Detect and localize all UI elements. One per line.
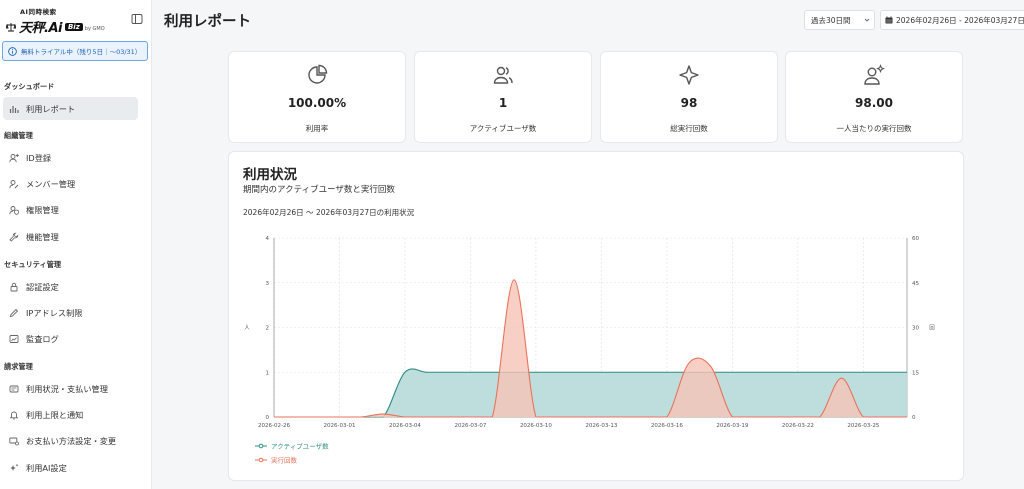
x-tick: 2026-03-04	[389, 423, 421, 429]
x-tick: 2026-03-01	[323, 423, 355, 429]
usage-chart: 0 0 1 15 2 30 3 45 4 60 2026-02-26 2026-03-01 2026-0…	[244, 236, 935, 464]
brand-name: 天秤.Ai	[19, 21, 62, 36]
y-tick-right: 0	[912, 415, 916, 421]
section-security: セキュリティ管理	[4, 260, 62, 269]
lock-icon	[10, 282, 18, 291]
stat-card-total-runs: 98 総実行回数	[600, 51, 778, 143]
sidebar: AI同時検索 天秤.Ai Biz by GMO 無料トライアル中（残り5日｜〜0…	[0, 0, 152, 489]
bell-icon	[9, 411, 19, 419]
sidebar-item-usage-payment[interactable]: 利用状況・支払い管理	[3, 377, 138, 400]
page-title: 利用レポート	[164, 14, 251, 30]
brand-logo[interactable]: AI同時検索 天秤.Ai Biz by GMO	[6, 6, 126, 36]
sidebar-item-ip-restriction[interactable]: IPアドレス制限	[3, 301, 138, 324]
usage-panel: 利用状況 期間内のアクティブユーザ数と実行回数 2026年02月26日 〜 20…	[228, 151, 964, 481]
sidebar-item-ai-settings[interactable]: 利用AI設定	[3, 456, 138, 479]
sidebar-item-usage-limit[interactable]: 利用上限と通知	[3, 403, 138, 426]
stat-card-usage-rate: 100.00% 利用率	[228, 51, 406, 143]
card-settings-icon	[9, 437, 19, 445]
stat-card-active-users: 1 アクティブユーザ数	[414, 51, 592, 143]
user-plus-icon	[9, 153, 19, 162]
y-tick-left: 3	[266, 281, 270, 287]
stat-value: 1	[498, 96, 508, 110]
x-tick: 2026-03-10	[520, 423, 552, 429]
sparkle-icon	[10, 463, 19, 471]
users-icon	[493, 66, 513, 84]
y-tick-right: 45	[912, 281, 919, 287]
x-tick: 2026-03-19	[716, 423, 748, 429]
stat-label: 総実行回数	[670, 124, 708, 133]
wrench-icon	[9, 232, 19, 242]
legend-label: アクティブユーザ数	[271, 441, 329, 450]
x-tick: 2026-03-16	[651, 423, 683, 429]
stat-label: 利用率	[305, 124, 329, 133]
section-billing: 請求管理	[4, 362, 33, 371]
stat-value: 98	[680, 96, 698, 110]
stat-label: アクティブユーザ数	[469, 124, 537, 133]
series-area-0	[274, 368, 907, 417]
x-tick: 2026-03-22	[782, 423, 814, 429]
y-tick-right: 60	[912, 236, 919, 242]
y-tick-left: 2	[266, 326, 270, 332]
info-icon	[8, 46, 17, 56]
sidebar-item-feature-management[interactable]: 機能管理	[3, 225, 138, 248]
scale-icon	[6, 22, 16, 31]
sidebar-item-usage-report[interactable]: 利用レポート	[3, 97, 138, 120]
brand-badge: Biz	[64, 22, 83, 31]
brand-by: by GMO	[84, 25, 105, 32]
date-range-picker[interactable]: 2026年02月26日 - 2026年03月27日	[880, 10, 1024, 30]
bar-chart-icon	[9, 105, 19, 113]
y-tick-left: 4	[266, 236, 270, 242]
pencil-icon	[9, 308, 19, 317]
user-shield-icon	[9, 205, 19, 215]
sidebar-item-id-register[interactable]: ID登録	[3, 146, 138, 169]
y-label-right: 回	[929, 325, 935, 332]
date-range-value: 2026年02月26日 - 2026年03月27日	[896, 15, 1024, 25]
y-tick-right: 30	[912, 326, 919, 332]
y-tick-left: 1	[266, 370, 270, 376]
chevron-down-icon	[864, 18, 870, 22]
legend-swatch-dot	[258, 457, 264, 463]
pie-chart-icon	[308, 64, 328, 84]
x-tick: 2026-03-25	[847, 423, 879, 429]
legend-label: 実行回数	[271, 455, 298, 464]
sidebar-item-permission-management[interactable]: 権限管理	[3, 198, 138, 221]
user-sparkle-icon	[864, 64, 885, 85]
y-tick-right: 15	[912, 370, 919, 376]
sidebar-collapse-icon[interactable]	[131, 13, 143, 25]
brand-tagline: AI同時検索	[20, 8, 57, 16]
user-edit-icon	[9, 179, 19, 188]
receipt-icon	[9, 385, 19, 392]
x-tick: 2026-03-13	[585, 423, 617, 429]
trial-text: 無料トライアル中（残り5日｜〜03/31）	[21, 48, 142, 56]
trial-banner: 無料トライアル中（残り5日｜〜03/31）	[2, 41, 148, 61]
stat-card-runs-per-user: 98.00 一人当たりの実行回数	[785, 51, 963, 143]
sidebar-item-audit-log[interactable]: 監査ログ	[3, 327, 138, 350]
y-tick-left: 0	[266, 415, 270, 421]
range-select-value: 過去30日間	[811, 15, 851, 25]
stat-label: 一人当たりの実行回数	[836, 124, 912, 133]
sidebar-item-auth-settings[interactable]: 認証設定	[3, 275, 138, 298]
stat-value: 98.00	[855, 96, 893, 110]
calendar-icon	[885, 16, 893, 24]
sidebar-item-payment-method[interactable]: お支払い方法設定・変更	[3, 429, 138, 452]
x-tick: 2026-03-07	[454, 423, 486, 429]
x-tick: 2026-02-26	[258, 423, 290, 429]
range-select[interactable]: 過去30日間	[804, 10, 875, 30]
sidebar-item-member-management[interactable]: メンバー管理	[3, 172, 138, 195]
section-org: 組織管理	[4, 131, 33, 140]
legend-swatch-dot	[258, 443, 264, 449]
section-dashboard: ダッシュボード	[4, 82, 55, 91]
log-icon	[9, 334, 19, 343]
y-label-left: 人	[244, 325, 250, 332]
sparkle-icon	[679, 65, 699, 85]
stat-value: 100.00%	[287, 96, 347, 110]
